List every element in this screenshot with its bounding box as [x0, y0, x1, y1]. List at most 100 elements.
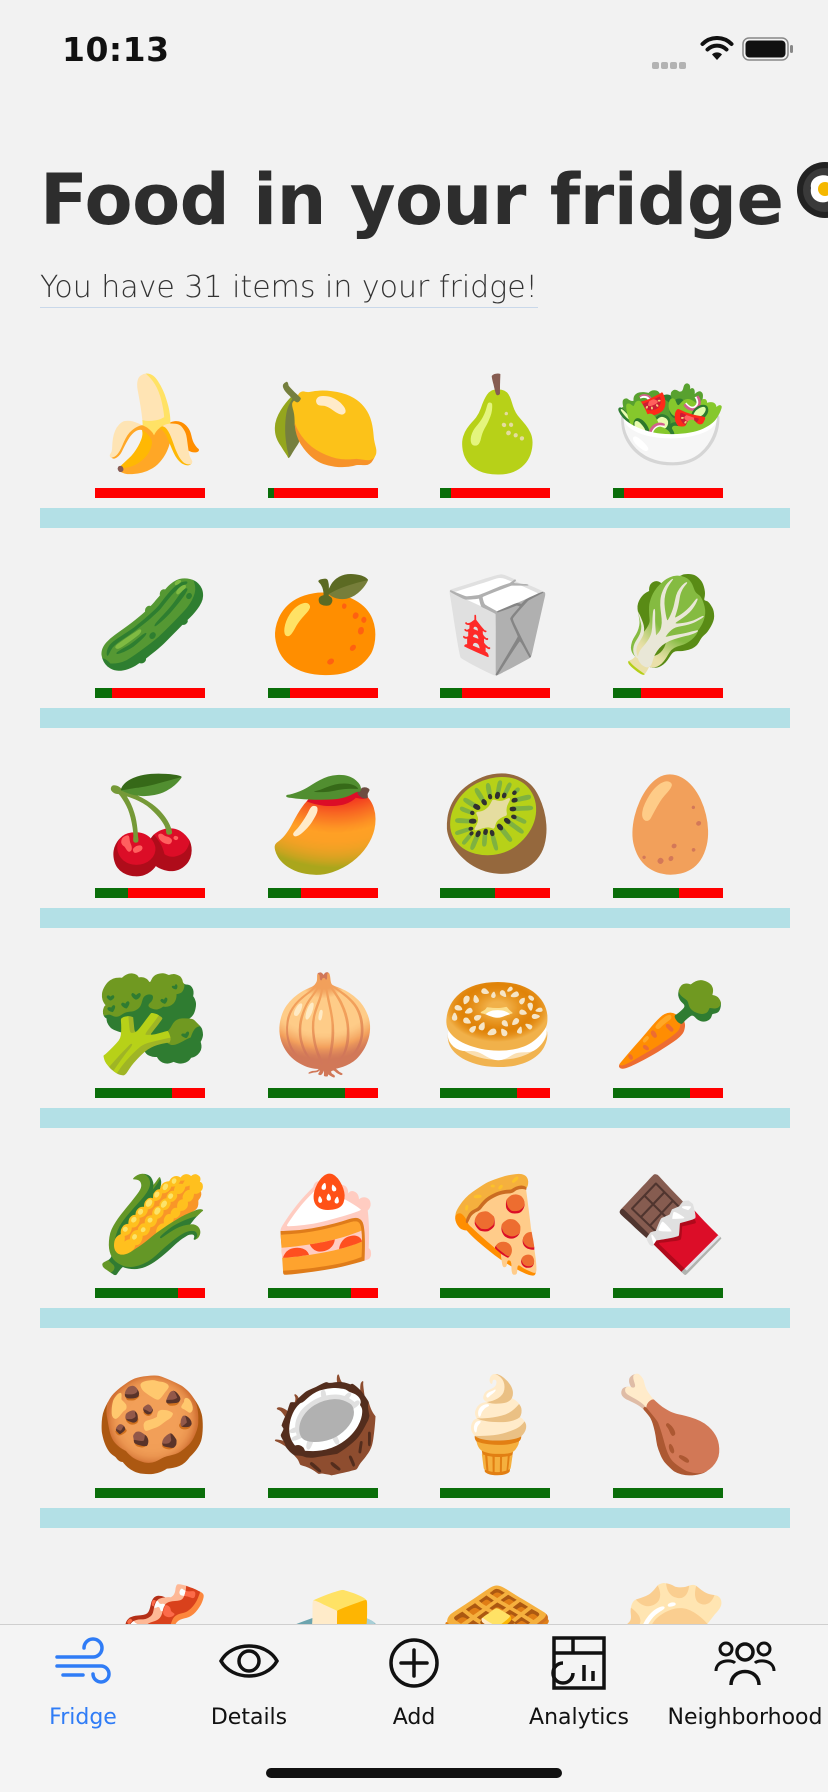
freshness-bar-fill — [268, 488, 274, 498]
freshness-bar-fill — [95, 888, 128, 898]
freshness-bar-fill — [440, 688, 462, 698]
freshness-bar — [440, 688, 550, 698]
bagel-icon: 🥯 — [440, 971, 555, 1078]
food-item-carrot[interactable]: 🥕 — [613, 970, 728, 1120]
food-item-onion[interactable]: 🧅 — [268, 970, 383, 1120]
food-item-mango[interactable]: 🥭 — [268, 770, 383, 920]
tab-details[interactable]: Details — [166, 1625, 332, 1735]
freshness-bar — [268, 688, 378, 698]
shelf-row: 🍪 🥥 🍦 🍗 — [0, 1370, 828, 1570]
freshness-bar — [95, 688, 205, 698]
freshness-bar-fill — [613, 888, 679, 898]
freshness-bar-fill — [268, 888, 301, 898]
egg-icon: 🥚 — [613, 771, 728, 878]
food-item-chocolate[interactable]: 🍫 — [613, 1170, 728, 1320]
coconut-icon: 🥥 — [268, 1371, 383, 1478]
shelf-board — [40, 908, 790, 928]
shelf-row: 🍒 🥭 🥝 🥚 — [0, 770, 828, 970]
tab-bar: Fridge Details Add Analytics Neighborhoo… — [0, 1624, 828, 1792]
freshness-bar — [268, 1488, 378, 1498]
shelf-board — [40, 1308, 790, 1328]
freshness-bar — [268, 1088, 378, 1098]
page-title: Food in your fridge — [40, 158, 828, 241]
food-item-lemon[interactable]: 🍋 — [268, 370, 383, 520]
cherries-icon: 🍒 — [95, 771, 210, 878]
food-item-cucumber[interactable]: 🥒 — [95, 570, 210, 720]
food-item-cookie[interactable]: 🍪 — [95, 1370, 210, 1520]
food-item-banana[interactable]: 🍌 — [95, 370, 210, 520]
food-item-kiwi[interactable]: 🥝 — [440, 770, 555, 920]
food-item-pizza[interactable]: 🍕 — [440, 1170, 555, 1320]
freshness-bar — [95, 1288, 205, 1298]
freshness-bar-fill — [95, 1288, 178, 1298]
freshness-bar-fill — [440, 888, 495, 898]
freshness-bar — [440, 1288, 550, 1298]
frying-pan-icon — [791, 158, 828, 238]
ice-cream-icon: 🍦 — [440, 1371, 555, 1478]
shelf-board — [40, 708, 790, 728]
battery-icon — [742, 37, 793, 61]
corn-icon: 🌽 — [95, 1171, 210, 1278]
food-item-cherries[interactable]: 🍒 — [95, 770, 210, 920]
tab-neighborhood-label: Neighborhood — [667, 1705, 823, 1730]
page-title-text: Food in your fridge — [40, 159, 784, 241]
status-bar: 10:13 — [0, 0, 828, 100]
broccoli-icon: 🥦 — [95, 971, 210, 1078]
freshness-bar — [613, 688, 723, 698]
food-item-cake[interactable]: 🍰 — [268, 1170, 383, 1320]
food-item-broccoli[interactable]: 🥦 — [95, 970, 210, 1120]
shelf-row: 🥦 🧅 🥯 🥕 — [0, 970, 828, 1170]
food-item-poultry-leg[interactable]: 🍗 — [613, 1370, 728, 1520]
freshness-bar-fill — [268, 1288, 351, 1298]
shelf-board — [40, 1108, 790, 1128]
freshness-bar — [440, 1488, 550, 1498]
tab-fridge-label: Fridge — [49, 1705, 117, 1730]
food-item-takeout-box[interactable]: 🥡 — [440, 570, 555, 720]
cellular-signal-icon — [652, 54, 688, 73]
freshness-bar-fill — [613, 688, 641, 698]
freshness-bar — [440, 1088, 550, 1098]
shelf-board — [40, 1508, 790, 1528]
food-item-salad[interactable]: 🥗 — [613, 370, 728, 520]
freshness-bar-fill — [95, 1488, 205, 1498]
tab-add-label: Add — [392, 1705, 436, 1730]
tab-add[interactable]: Add — [331, 1625, 497, 1735]
freshness-bar — [95, 888, 205, 898]
tab-analytics[interactable]: Analytics — [496, 1625, 662, 1735]
shelf-row: 🥒 🍊 🥡 🥬 — [0, 570, 828, 770]
food-item-egg[interactable]: 🥚 — [613, 770, 728, 920]
freshness-bar — [613, 1488, 723, 1498]
food-item-ice-cream[interactable]: 🍦 — [440, 1370, 555, 1520]
freshness-bar-fill — [95, 1088, 172, 1098]
freshness-bar-fill — [613, 1488, 723, 1498]
pear-icon: 🍐 — [440, 371, 555, 478]
food-item-pear[interactable]: 🍐 — [440, 370, 555, 520]
freshness-bar-fill — [440, 1088, 517, 1098]
banana-icon: 🍌 — [95, 371, 210, 478]
tab-details-label: Details — [210, 1705, 288, 1730]
freshness-bar — [268, 1288, 378, 1298]
food-item-corn[interactable]: 🌽 — [95, 1170, 210, 1320]
freshness-bar-fill — [440, 1488, 550, 1498]
home-indicator — [266, 1768, 562, 1778]
freshness-bar — [613, 888, 723, 898]
onion-icon: 🧅 — [268, 971, 383, 1078]
tab-neighborhood[interactable]: Neighborhood — [662, 1625, 828, 1735]
freshness-bar — [440, 888, 550, 898]
freshness-bar-fill — [268, 1088, 345, 1098]
cake-icon: 🍰 — [268, 1171, 383, 1278]
food-item-leafy-green[interactable]: 🥬 — [613, 570, 728, 720]
freshness-bar-fill — [613, 488, 624, 498]
freshness-bar-fill — [613, 1088, 690, 1098]
freshness-bar-fill — [440, 1288, 550, 1298]
freshness-bar — [268, 488, 378, 498]
mango-icon: 🥭 — [268, 771, 383, 878]
food-item-orange[interactable]: 🍊 — [268, 570, 383, 720]
freshness-bar-fill — [440, 488, 451, 498]
chart-icon — [551, 1636, 606, 1690]
food-item-bagel[interactable]: 🥯 — [440, 970, 555, 1120]
carrot-icon: 🥕 — [613, 971, 728, 1078]
plus-circle-icon — [389, 1638, 439, 1688]
tab-fridge[interactable]: Fridge — [0, 1625, 166, 1735]
food-item-coconut[interactable]: 🥥 — [268, 1370, 383, 1520]
